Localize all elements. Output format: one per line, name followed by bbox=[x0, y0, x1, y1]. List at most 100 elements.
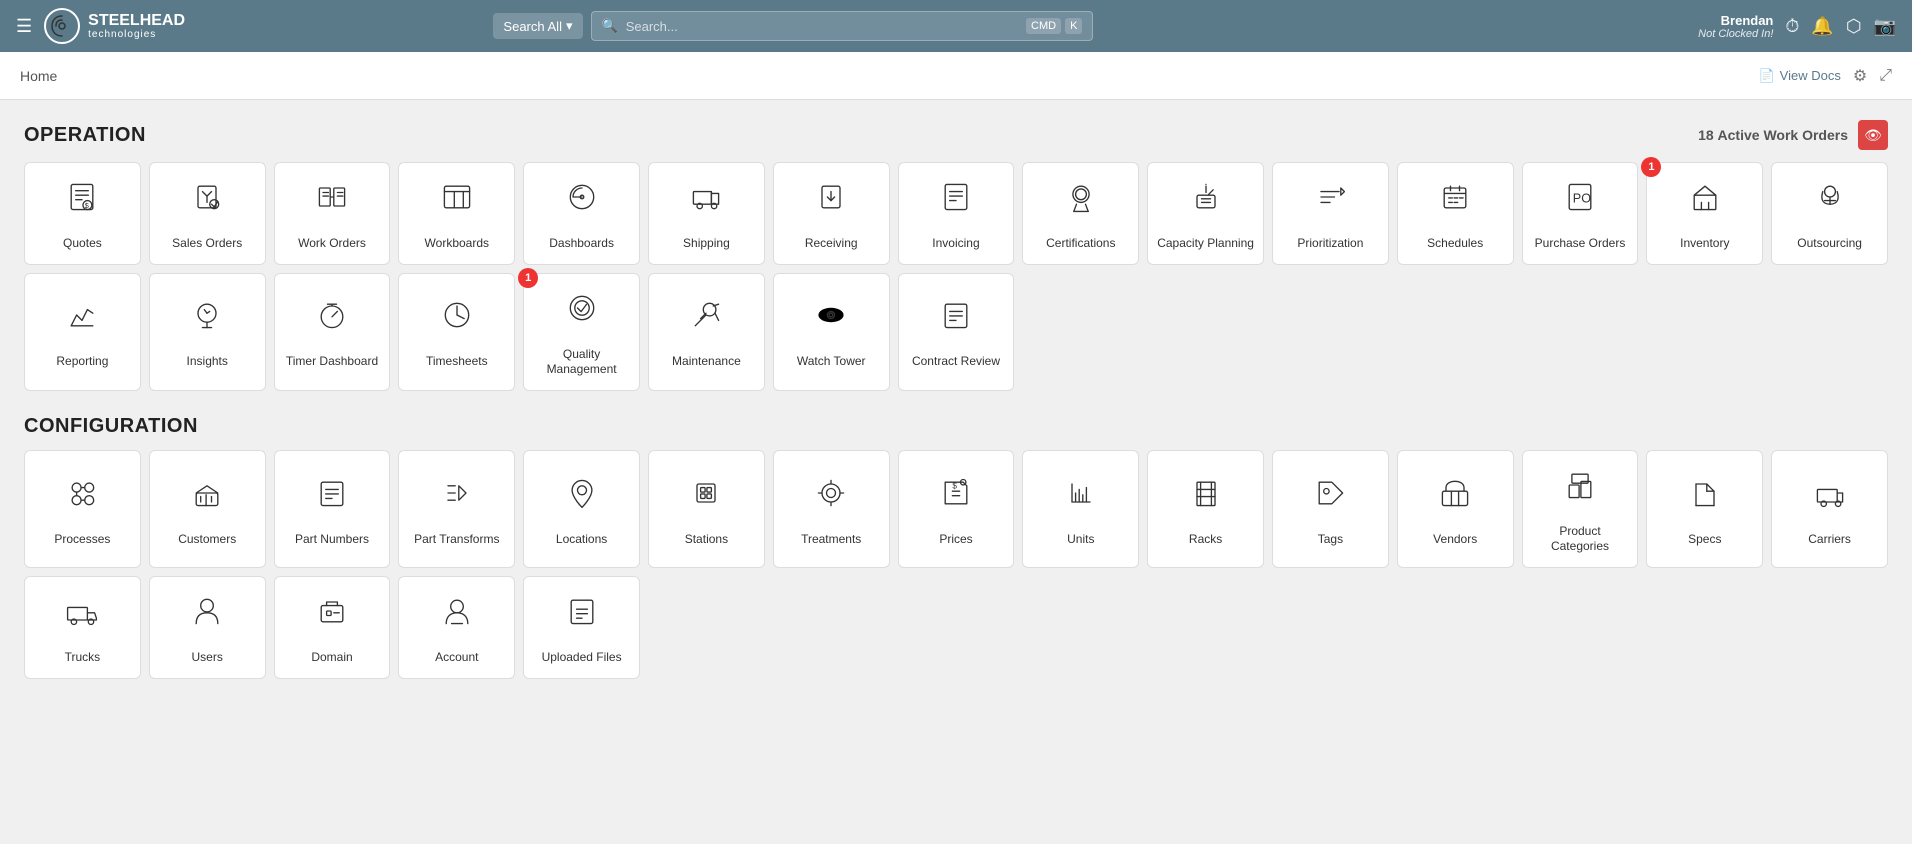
card-prices[interactable]: $Prices bbox=[898, 450, 1015, 568]
label-vendors: Vendors bbox=[1433, 532, 1477, 548]
card-product-categories[interactable]: Product Categories bbox=[1522, 450, 1639, 568]
bell-icon[interactable]: 🔔 bbox=[1811, 16, 1833, 37]
expand-icon[interactable]: ⤢ bbox=[1879, 67, 1892, 85]
icon-purchase-orders: PO bbox=[1562, 179, 1598, 228]
card-customers[interactable]: Customers bbox=[149, 450, 266, 568]
logo-sub: technologies bbox=[88, 29, 185, 40]
icon-customers bbox=[189, 475, 225, 524]
card-trucks[interactable]: Trucks bbox=[24, 576, 141, 679]
card-inventory[interactable]: 1Inventory bbox=[1646, 162, 1763, 265]
card-work-orders[interactable]: Work Orders bbox=[274, 162, 391, 265]
label-sales-orders: Sales Orders bbox=[172, 236, 242, 252]
label-part-transforms: Part Transforms bbox=[414, 532, 499, 548]
icon-account bbox=[439, 593, 475, 642]
card-units[interactable]: Units bbox=[1022, 450, 1139, 568]
eye-button[interactable]: 👁 bbox=[1858, 120, 1888, 150]
icon-product-categories bbox=[1562, 467, 1598, 516]
icon-insights bbox=[189, 297, 225, 346]
card-certifications[interactable]: Certifications bbox=[1022, 162, 1139, 265]
card-timesheets[interactable]: Timesheets bbox=[398, 273, 515, 391]
label-units: Units bbox=[1067, 532, 1094, 548]
card-capacity-planning[interactable]: Capacity Planning bbox=[1147, 162, 1264, 265]
icon-racks bbox=[1188, 475, 1224, 524]
card-stations[interactable]: Stations bbox=[648, 450, 765, 568]
active-orders-label: 18 Active Work Orders bbox=[1698, 127, 1848, 143]
icon-quotes: $ bbox=[64, 179, 100, 228]
header-right: Brendan Not Clocked In! ⏱ 🔔 ⬡ 📷 bbox=[1698, 13, 1896, 40]
icon-tags bbox=[1312, 475, 1348, 524]
card-receiving[interactable]: Receiving bbox=[773, 162, 890, 265]
card-purchase-orders[interactable]: PO Purchase Orders bbox=[1522, 162, 1639, 265]
operation-grid: $Quotes Sales Orders Work Orders Workboards… bbox=[24, 162, 1888, 391]
card-account[interactable]: Account bbox=[398, 576, 515, 679]
card-dashboards[interactable]: Dashboards bbox=[523, 162, 640, 265]
settings-icon[interactable]: ⚙ bbox=[1853, 66, 1867, 86]
icon-part-numbers bbox=[314, 475, 350, 524]
card-vendors[interactable]: Vendors bbox=[1397, 450, 1514, 568]
card-tags[interactable]: Tags bbox=[1272, 450, 1389, 568]
logout-icon[interactable]: ⬡ bbox=[1846, 16, 1862, 37]
card-insights[interactable]: Insights bbox=[149, 273, 266, 391]
icon-workboards bbox=[439, 179, 475, 228]
card-part-numbers[interactable]: Part Numbers bbox=[274, 450, 391, 568]
view-docs-button[interactable]: 📄 View Docs bbox=[1758, 68, 1840, 84]
card-outsourcing[interactable]: Outsourcing bbox=[1771, 162, 1888, 265]
icon-vendors bbox=[1437, 475, 1473, 524]
card-maintenance[interactable]: Maintenance bbox=[648, 273, 765, 391]
label-capacity-planning: Capacity Planning bbox=[1157, 236, 1254, 252]
card-racks[interactable]: Racks bbox=[1147, 450, 1264, 568]
label-insights: Insights bbox=[187, 354, 228, 370]
card-timer-dashboard[interactable]: Timer Dashboard bbox=[274, 273, 391, 391]
card-contract-review[interactable]: Contract Review bbox=[898, 273, 1015, 391]
card-invoicing[interactable]: Invoicing bbox=[898, 162, 1015, 265]
icon-users bbox=[189, 593, 225, 642]
card-uploaded-files[interactable]: Uploaded Files bbox=[523, 576, 640, 679]
breadcrumb: Home bbox=[20, 68, 57, 84]
icon-capacity-planning bbox=[1188, 179, 1224, 228]
card-shipping[interactable]: Shipping bbox=[648, 162, 765, 265]
card-prioritization[interactable]: Prioritization bbox=[1272, 162, 1389, 265]
card-domain[interactable]: Domain bbox=[274, 576, 391, 679]
camera-icon[interactable]: 📷 bbox=[1874, 16, 1896, 37]
card-watch-tower[interactable]: Watch Tower bbox=[773, 273, 890, 391]
label-purchase-orders: Purchase Orders bbox=[1535, 236, 1626, 252]
icon-stations bbox=[688, 475, 724, 524]
card-reporting[interactable]: Reporting bbox=[24, 273, 141, 391]
label-workboards: Workboards bbox=[425, 236, 489, 252]
icon-dashboards bbox=[564, 179, 600, 228]
main-content: OPERATION 18 Active Work Orders 👁 $Quote… bbox=[0, 100, 1912, 723]
clock-icon[interactable]: ⏱ bbox=[1785, 16, 1799, 37]
label-schedules: Schedules bbox=[1427, 236, 1483, 252]
label-quality-management: Quality Management bbox=[532, 347, 631, 378]
search-all-button[interactable]: Search All ▾ bbox=[493, 13, 582, 39]
label-invoicing: Invoicing bbox=[932, 236, 979, 252]
label-uploaded-files: Uploaded Files bbox=[542, 650, 622, 666]
label-contract-review: Contract Review bbox=[912, 354, 1000, 370]
card-workboards[interactable]: Workboards bbox=[398, 162, 515, 265]
card-sales-orders[interactable]: Sales Orders bbox=[149, 162, 266, 265]
card-specs[interactable]: Specs bbox=[1646, 450, 1763, 568]
chevron-down-icon: ▾ bbox=[566, 18, 573, 34]
card-carriers[interactable]: Carriers bbox=[1771, 450, 1888, 568]
label-watch-tower: Watch Tower bbox=[797, 354, 866, 370]
card-quotes[interactable]: $Quotes bbox=[24, 162, 141, 265]
menu-icon[interactable]: ☰ bbox=[16, 16, 32, 37]
search-input[interactable] bbox=[626, 19, 1018, 34]
icon-watch-tower bbox=[813, 297, 849, 346]
label-specs: Specs bbox=[1688, 532, 1721, 548]
card-schedules[interactable]: Schedules bbox=[1397, 162, 1514, 265]
operation-title: OPERATION bbox=[24, 124, 146, 147]
card-quality-management[interactable]: 1Quality Management bbox=[523, 273, 640, 391]
card-users[interactable]: Users bbox=[149, 576, 266, 679]
card-treatments[interactable]: Treatments bbox=[773, 450, 890, 568]
icon-carriers bbox=[1812, 475, 1848, 524]
user-status: Not Clocked In! bbox=[1698, 28, 1773, 40]
label-tags: Tags bbox=[1318, 532, 1343, 548]
card-locations[interactable]: Locations bbox=[523, 450, 640, 568]
card-part-transforms[interactable]: Part Transforms bbox=[398, 450, 515, 568]
card-processes[interactable]: Processes bbox=[24, 450, 141, 568]
icon-timesheets bbox=[439, 297, 475, 346]
label-processes: Processes bbox=[54, 532, 110, 548]
icon-prices: $ bbox=[938, 475, 974, 524]
search-area: Search All ▾ 🔍 CMD K bbox=[493, 11, 1093, 41]
